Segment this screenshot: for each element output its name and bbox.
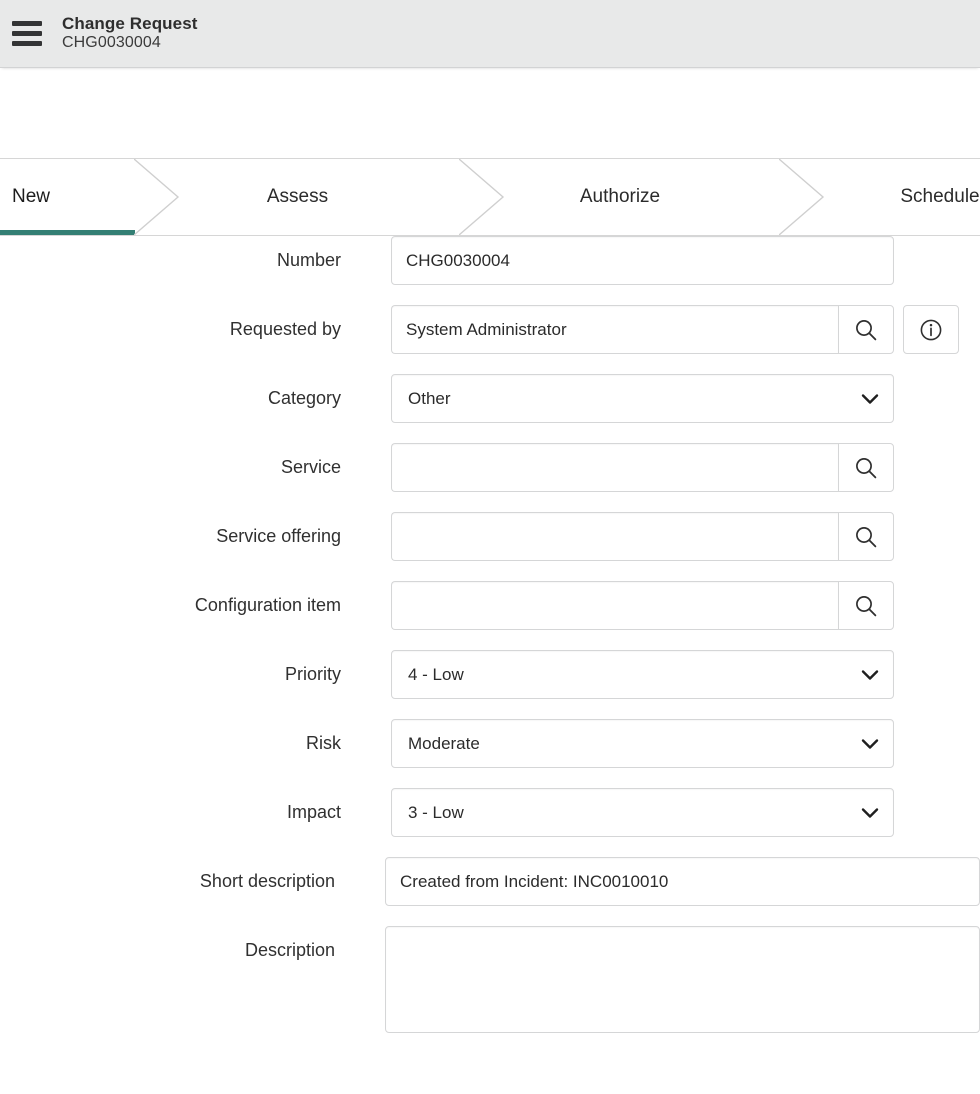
field-row-priority: Priority 4 - Low xyxy=(0,650,980,699)
search-icon-glyph xyxy=(853,524,879,550)
requested-by-input[interactable] xyxy=(391,305,838,354)
info-icon[interactable] xyxy=(903,305,959,354)
field-row-service-offering: Service offering xyxy=(0,512,980,561)
hamburger-bar-1 xyxy=(12,21,42,26)
search-icon[interactable] xyxy=(838,305,894,354)
search-icon[interactable] xyxy=(838,512,894,561)
header-title-block: Change Request CHG0030004 xyxy=(62,14,198,53)
service-offering-input[interactable] xyxy=(391,512,838,561)
field-label-priority: Priority xyxy=(0,650,341,685)
field-label-requested-by: Requested by xyxy=(0,305,341,340)
field-label-short-description: Short description xyxy=(0,857,335,892)
stage-tab-schedule[interactable]: Schedule xyxy=(780,159,980,235)
field-row-impact: Impact 3 - Low xyxy=(0,788,980,837)
field-control-requested-by xyxy=(391,305,959,354)
page-title: Change Request xyxy=(62,14,198,34)
field-control-configuration-item xyxy=(391,581,894,630)
risk-select[interactable]: Moderate xyxy=(391,719,894,768)
field-row-number: Number xyxy=(0,236,980,285)
number-input[interactable] xyxy=(391,236,894,285)
field-label-number: Number xyxy=(0,236,341,271)
field-row-category: Category Other xyxy=(0,374,980,423)
record-number-subtitle: CHG0030004 xyxy=(62,34,198,53)
field-control-impact: 3 - Low xyxy=(391,788,894,837)
field-control-risk: Moderate xyxy=(391,719,894,768)
field-row-service: Service xyxy=(0,443,980,492)
field-label-category: Category xyxy=(0,374,341,409)
search-icon[interactable] xyxy=(838,443,894,492)
stage-progress-bar: New Assess Authorize Schedule xyxy=(0,158,980,236)
field-control-category: Other xyxy=(391,374,894,423)
impact-select[interactable]: 3 - Low xyxy=(391,788,894,837)
search-icon[interactable] xyxy=(838,581,894,630)
field-label-impact: Impact xyxy=(0,788,341,823)
field-label-configuration-item: Configuration item xyxy=(0,581,341,616)
info-icon-glyph xyxy=(918,317,944,343)
field-control-service xyxy=(391,443,894,492)
hamburger-bar-3 xyxy=(12,41,42,46)
category-select[interactable]: Other xyxy=(391,374,894,423)
active-stage-underline xyxy=(0,230,135,235)
hamburger-menu-icon[interactable] xyxy=(12,21,42,46)
risk-select-wrapper: Moderate xyxy=(391,719,894,768)
field-row-short-description: Short description xyxy=(0,857,980,906)
field-row-risk: Risk Moderate xyxy=(0,719,980,768)
field-control-description xyxy=(385,926,980,1033)
field-control-number xyxy=(391,236,894,285)
field-label-service: Service xyxy=(0,443,341,478)
search-icon-glyph xyxy=(853,455,879,481)
configuration-item-input[interactable] xyxy=(391,581,838,630)
field-row-description: Description xyxy=(0,926,980,1033)
stage-tab-new[interactable]: New xyxy=(0,159,135,235)
stage-tab-authorize[interactable]: Authorize xyxy=(460,159,780,235)
impact-select-wrapper: 3 - Low xyxy=(391,788,894,837)
short-description-input[interactable] xyxy=(385,857,980,906)
change-request-form-page: Change Request CHG0030004 New Assess Autho… xyxy=(0,0,980,1094)
description-textarea[interactable] xyxy=(385,926,980,1033)
field-control-priority: 4 - Low xyxy=(391,650,894,699)
stage-tab-label: New xyxy=(12,186,50,208)
priority-select[interactable]: 4 - Low xyxy=(391,650,894,699)
field-label-service-offering: Service offering xyxy=(0,512,341,547)
priority-select-wrapper: 4 - Low xyxy=(391,650,894,699)
field-control-short-description xyxy=(385,857,980,906)
field-label-description: Description xyxy=(0,926,335,961)
search-icon-glyph xyxy=(853,317,879,343)
field-row-requested-by: Requested by xyxy=(0,305,980,354)
stage-tab-label: Assess xyxy=(267,186,328,208)
search-icon-glyph xyxy=(853,593,879,619)
field-row-configuration-item: Configuration item xyxy=(0,581,980,630)
service-input[interactable] xyxy=(391,443,838,492)
category-select-wrapper: Other xyxy=(391,374,894,423)
stage-tab-assess[interactable]: Assess xyxy=(135,159,460,235)
stage-tab-label: Schedule xyxy=(900,186,979,208)
app-header: Change Request CHG0030004 xyxy=(0,0,980,68)
stage-tab-label: Authorize xyxy=(580,186,660,208)
field-label-risk: Risk xyxy=(0,719,341,754)
hamburger-bar-2 xyxy=(12,31,42,36)
field-control-service-offering xyxy=(391,512,894,561)
